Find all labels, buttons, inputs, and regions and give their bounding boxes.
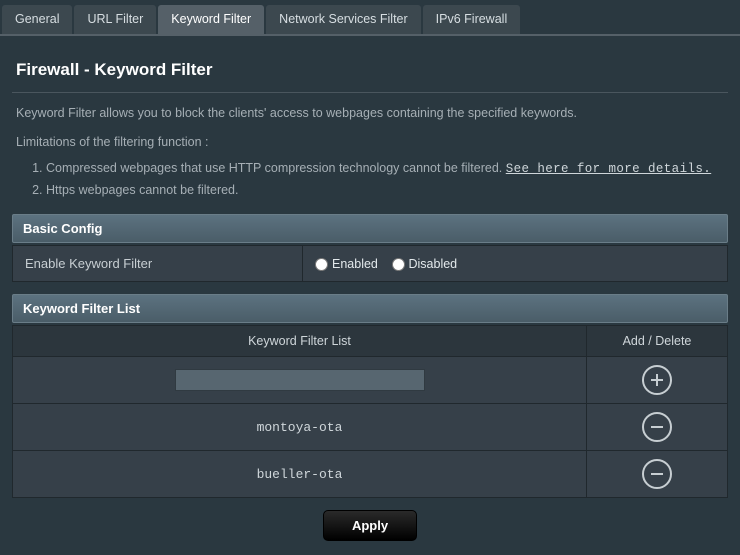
keyword-filter-list-header: Keyword Filter List: [12, 294, 728, 323]
basic-config-table: Enable Keyword Filter Enabled Disabled: [12, 245, 728, 282]
page-description: Keyword Filter allows you to block the c…: [12, 99, 728, 123]
tab-bar: General URL Filter Keyword Filter Networ…: [0, 0, 740, 36]
limitation-text: Compressed webpages that use HTTP compre…: [46, 161, 506, 175]
see-details-link[interactable]: See here for more details.: [506, 162, 711, 176]
enable-keyword-filter-label: Enable Keyword Filter: [13, 246, 303, 282]
limitations-list: Compressed webpages that use HTTP compre…: [12, 159, 728, 201]
enabled-label: Enabled: [332, 257, 378, 271]
delete-button[interactable]: [642, 412, 672, 442]
tab-general[interactable]: General: [2, 5, 72, 35]
table-row: bueller-ota: [13, 451, 728, 498]
enable-keyword-filter-cell: Enabled Disabled: [303, 246, 728, 282]
limitations-heading: Limitations of the filtering function :: [12, 123, 728, 153]
keyword-cell: bueller-ota: [13, 451, 587, 498]
disabled-radio[interactable]: [392, 258, 405, 271]
keyword-input[interactable]: [175, 369, 425, 391]
col-add-delete: Add / Delete: [587, 326, 728, 357]
enabled-radio[interactable]: [315, 258, 328, 271]
enabled-option[interactable]: Enabled: [315, 257, 378, 271]
tab-network-services-filter[interactable]: Network Services Filter: [266, 5, 421, 35]
limitation-item: Https webpages cannot be filtered.: [46, 181, 728, 200]
keyword-filter-list-table: Keyword Filter List Add / Delete montoya…: [12, 325, 728, 498]
apply-button[interactable]: Apply: [323, 510, 417, 541]
disabled-option[interactable]: Disabled: [392, 257, 458, 271]
table-row-input: [13, 357, 728, 404]
delete-button[interactable]: [642, 459, 672, 489]
plus-icon: [656, 374, 658, 386]
col-keyword-list: Keyword Filter List: [13, 326, 587, 357]
minus-icon: [651, 473, 663, 475]
add-button[interactable]: [642, 365, 672, 395]
table-row: montoya-ota: [13, 404, 728, 451]
tab-url-filter[interactable]: URL Filter: [74, 5, 156, 35]
disabled-label: Disabled: [409, 257, 458, 271]
keyword-cell: montoya-ota: [13, 404, 587, 451]
limitation-item: Compressed webpages that use HTTP compre…: [46, 159, 728, 179]
minus-icon: [651, 426, 663, 428]
tab-keyword-filter[interactable]: Keyword Filter: [158, 5, 264, 35]
basic-config-header: Basic Config: [12, 214, 728, 243]
tab-ipv6-firewall[interactable]: IPv6 Firewall: [423, 5, 521, 35]
page-title: Firewall - Keyword Filter: [12, 46, 728, 93]
